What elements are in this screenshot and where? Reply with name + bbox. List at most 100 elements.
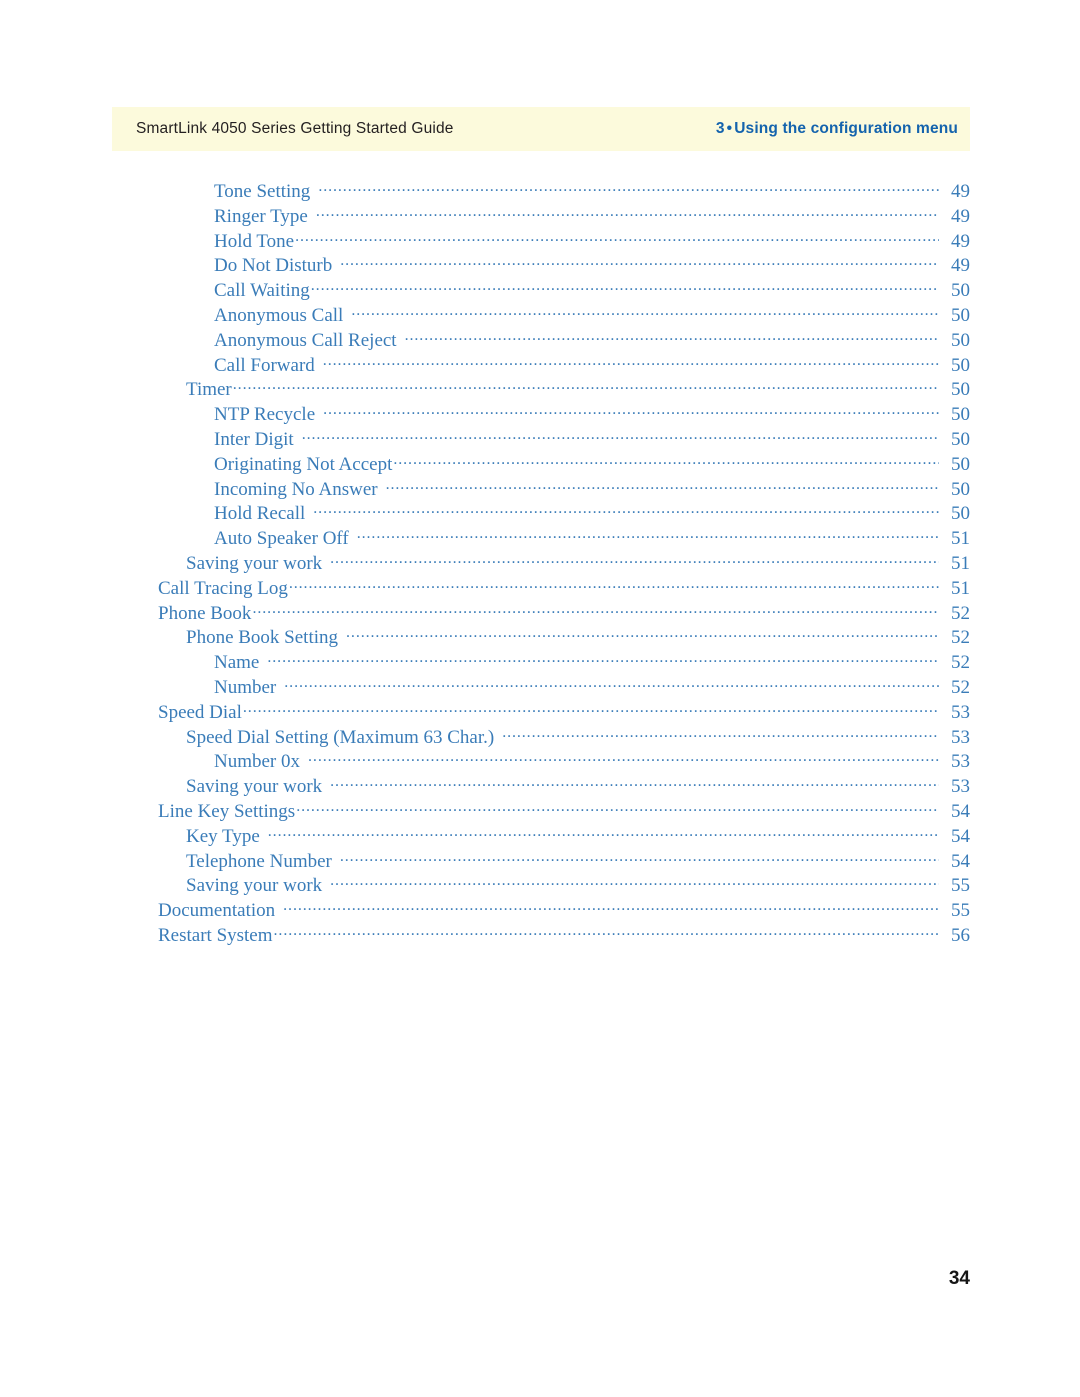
toc-dot-leader: [340, 252, 939, 271]
toc-entry[interactable]: Hold Tone 49: [112, 228, 970, 253]
toc-entry-page-number: 49: [951, 255, 970, 277]
toc-entry-page-number: 49: [951, 181, 970, 202]
toc-entry[interactable]: Saving your work 55: [112, 872, 970, 897]
toc-entry-page-number: 53: [951, 776, 970, 798]
toc-entry[interactable]: Documentation 55: [112, 897, 970, 922]
toc-entry[interactable]: Originating Not Accept 50: [112, 451, 970, 476]
toc-entry[interactable]: Inter Digit 50: [112, 426, 970, 451]
toc-entry[interactable]: NTP Recycle 50: [112, 401, 970, 426]
toc-entry-page-number: 50: [951, 503, 970, 525]
toc-entry[interactable]: Saving your work 53: [112, 773, 970, 798]
toc-entry-label: Anonymous Call: [214, 304, 344, 326]
toc-entry-label: Phone Book: [158, 602, 252, 624]
toc-entry-page-number: 54: [951, 800, 970, 822]
toc-entry[interactable]: Incoming No Answer 50: [112, 476, 970, 501]
toc-entry[interactable]: Saving your work 51: [112, 550, 970, 575]
toc-dot-leader: [243, 699, 939, 718]
toc-entry-label: Timer: [186, 379, 232, 401]
toc-entry[interactable]: Tone Setting 49: [112, 178, 970, 203]
toc-dot-leader: [351, 302, 939, 321]
toc-entry-page-number: 53: [951, 726, 970, 748]
toc-entry-label: Call Tracing Log: [158, 577, 288, 599]
header-chapter-label: Using the configuration menu: [734, 120, 958, 137]
toc-dot-leader: [357, 525, 939, 544]
toc-dot-leader: [340, 848, 939, 867]
toc-entry[interactable]: Anonymous Call 50: [112, 302, 970, 327]
toc-entry-page-number: 51: [951, 528, 970, 550]
toc-entry-label: NTP Recycle: [214, 404, 316, 426]
toc-entry-label: Call Waiting: [214, 280, 310, 302]
toc-entry[interactable]: Phone Book 52: [112, 600, 970, 625]
toc-dot-leader: [386, 476, 939, 495]
header-bullet-icon: •: [726, 120, 733, 137]
toc-dot-leader: [295, 228, 939, 247]
header-guide-title: SmartLink 4050 Series Getting Started Gu…: [136, 120, 454, 137]
toc-entry-page-number: 50: [951, 428, 970, 450]
toc-entry-label: Auto Speaker Off: [214, 528, 349, 550]
toc-entry-label: Speed Dial Setting (Maximum 63 Char.): [186, 726, 495, 748]
toc-dot-leader: [318, 178, 939, 197]
toc-dot-leader: [393, 451, 939, 470]
toc-entry-label: Telephone Number: [186, 850, 332, 872]
toc-entry-label: Line Key Settings: [158, 800, 296, 822]
toc-entry-label: Hold Tone: [214, 230, 295, 252]
toc-entry[interactable]: Ringer Type 49: [112, 203, 970, 228]
toc-entry[interactable]: Speed Dial 53: [112, 699, 970, 724]
toc-dot-leader: [316, 203, 939, 222]
toc-entry[interactable]: Call Forward 50: [112, 352, 970, 377]
toc-entry-label: Saving your work: [186, 552, 323, 574]
toc-dot-leader: [311, 277, 939, 296]
toc-dot-leader: [296, 798, 939, 817]
toc-dot-leader: [330, 550, 939, 569]
running-header: SmartLink 4050 Series Getting Started Gu…: [112, 107, 970, 151]
toc-entry[interactable]: Auto Speaker Off 51: [112, 525, 970, 550]
toc-entry[interactable]: Number 0x 53: [112, 748, 970, 773]
toc-entry-page-number: 54: [951, 825, 970, 847]
table-of-contents: Tone Setting49Ringer Type49Hold Tone49Do…: [112, 178, 970, 947]
toc-entry[interactable]: Call Waiting 50: [112, 277, 970, 302]
toc-dot-leader: [323, 352, 939, 371]
toc-dot-leader: [289, 575, 939, 594]
toc-entry-label: Number: [214, 676, 277, 698]
toc-entry[interactable]: Do Not Disturb 49: [112, 252, 970, 277]
toc-entry[interactable]: Number 52: [112, 674, 970, 699]
toc-entry[interactable]: Line Key Settings 54: [112, 798, 970, 823]
toc-entry-page-number: 49: [951, 230, 970, 252]
toc-dot-leader: [502, 724, 939, 743]
toc-entry-page-number: 52: [951, 652, 970, 674]
toc-entry[interactable]: Restart System 56: [112, 922, 970, 947]
toc-entry[interactable]: Timer 50: [112, 376, 970, 401]
toc-entry-page-number: 50: [951, 453, 970, 475]
toc-entry-label: Name: [214, 652, 260, 674]
toc-entry[interactable]: Hold Recall 50: [112, 500, 970, 525]
toc-entry[interactable]: Anonymous Call Reject 50: [112, 327, 970, 352]
toc-entry[interactable]: Phone Book Setting 52: [112, 624, 970, 649]
toc-entry-label: Inter Digit: [214, 428, 294, 450]
toc-entry-label: Ringer Type: [214, 205, 308, 227]
toc-dot-leader: [302, 426, 939, 445]
toc-dot-leader: [405, 327, 939, 346]
toc-entry-page-number: 50: [951, 379, 970, 401]
document-page: SmartLink 4050 Series Getting Started Gu…: [0, 0, 1080, 1397]
toc-entry-page-number: 50: [951, 304, 970, 326]
toc-entry[interactable]: Name 52: [112, 649, 970, 674]
toc-entry-page-number: 53: [951, 751, 970, 773]
toc-entry-label: Saving your work: [186, 875, 323, 897]
toc-entry[interactable]: Key Type 54: [112, 823, 970, 848]
toc-dot-leader: [330, 872, 939, 891]
page-number: 34: [948, 1268, 970, 1289]
toc-entry-page-number: 52: [951, 602, 970, 624]
toc-entry[interactable]: Speed Dial Setting (Maximum 63 Char.) 53: [112, 724, 970, 749]
toc-entry[interactable]: Telephone Number 54: [112, 848, 970, 873]
header-chapter-number: 3: [715, 120, 725, 137]
toc-dot-leader: [233, 376, 939, 395]
toc-entry-label: Key Type: [186, 825, 260, 847]
toc-entry-label: Call Forward: [214, 354, 315, 376]
toc-entry-label: Number 0x: [214, 751, 301, 773]
toc-entry-page-number: 54: [951, 850, 970, 872]
toc-entry-label: Speed Dial: [158, 701, 242, 723]
toc-entry-page-number: 55: [951, 875, 970, 897]
toc-entry[interactable]: Call Tracing Log 51: [112, 575, 970, 600]
toc-entry-page-number: 55: [951, 900, 970, 922]
toc-entry-label: Saving your work: [186, 776, 323, 798]
